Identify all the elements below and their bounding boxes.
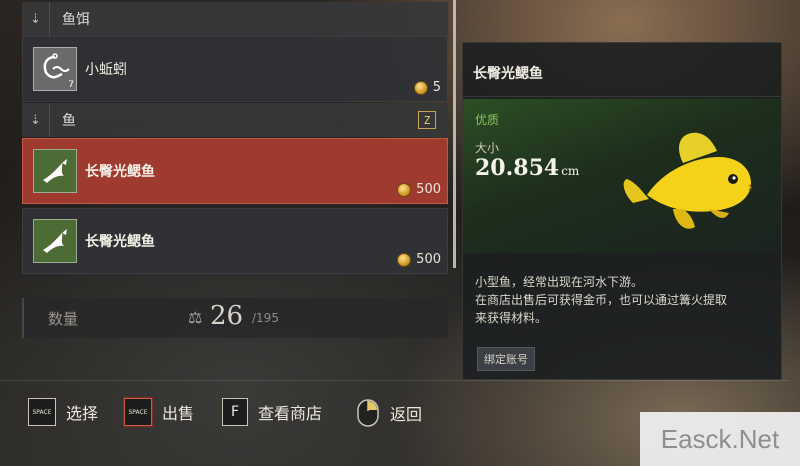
footer-divider [0,380,790,381]
coin-icon [397,252,412,267]
action-label: 选择 [66,404,99,423]
size-label: 大小 [475,141,500,155]
list-scrollbar[interactable] [453,0,456,268]
coin-icon [397,182,412,197]
inventory-item-fish-selected[interactable]: 长臀光鳃鱼 500 [22,138,448,204]
category-label: 鱼饵 [62,12,90,28]
f-key-icon: F [222,398,248,426]
item-detail-panel: 长臀光鳃鱼 优质 大小 20.854 cm 小型鱼，经常出现在河水下游。 在商店出… [462,42,782,380]
fish-icon [33,149,77,193]
collapse-arrow-icon[interactable]: ⇣ [22,2,50,36]
inventory-item-worm[interactable]: 7 小蚯蚓 5 [22,36,448,102]
quantity-value: 26 [210,301,244,331]
item-description: 小型鱼，经常出现在河水下游。 在商店出售后可获得金币，也可以通过篝火提取 来获得… [475,275,728,325]
item-name: 长臀光鳃鱼 [85,234,155,250]
item-price: 500 [397,252,441,267]
action-label: 返回 [390,405,423,424]
item-name: 小蚯蚓 [85,62,127,78]
action-label: 出售 [162,404,195,423]
item-price: 500 [397,182,441,197]
collapse-arrow-icon[interactable]: ⇣ [22,103,50,137]
fish-icon [33,219,77,263]
action-sell[interactable]: SPACE 出售 [124,398,194,426]
grade-label: 优质 [475,113,500,127]
fish-illustration [623,132,752,229]
coin-icon [413,80,428,95]
quantity-max: /195 [252,311,279,325]
quantity-label: 数量 [48,310,79,328]
category-header-bait[interactable]: ⇣ 鱼饵 [22,2,448,36]
detail-showcase: 优质 大小 20.854 cm [463,99,781,253]
watermark: Easck.Net [640,412,800,466]
weight-icon: ⚖ [188,308,203,327]
action-back[interactable]: 返回 [356,398,422,428]
space-key-icon: SPACE [124,398,152,426]
space-key-icon: SPACE [28,398,56,426]
item-quantity: 7 [68,80,74,90]
item-name: 长臀光鳃鱼 [85,164,155,180]
action-label: 查看商店 [258,404,323,423]
detail-title: 长臀光鳃鱼 [463,43,781,97]
quantity-box: 数量 ⚖ 26 /195 [22,298,448,338]
action-view-shop[interactable]: F 查看商店 [222,398,322,426]
category-header-fish[interactable]: ⇣ 鱼 Z [22,103,448,137]
bind-account-tag: 绑定账号 [477,347,535,371]
item-price: 5 [413,80,441,95]
mouse-icon [357,399,379,427]
action-select[interactable]: SPACE 选择 [28,398,98,426]
category-label: 鱼 [62,113,76,129]
worm-hook-icon: 7 [33,47,77,91]
inventory-item-fish[interactable]: 长臀光鳃鱼 500 [22,208,448,274]
size-value: 20.854 cm [475,155,580,181]
hotkey-z-badge[interactable]: Z [418,111,436,129]
